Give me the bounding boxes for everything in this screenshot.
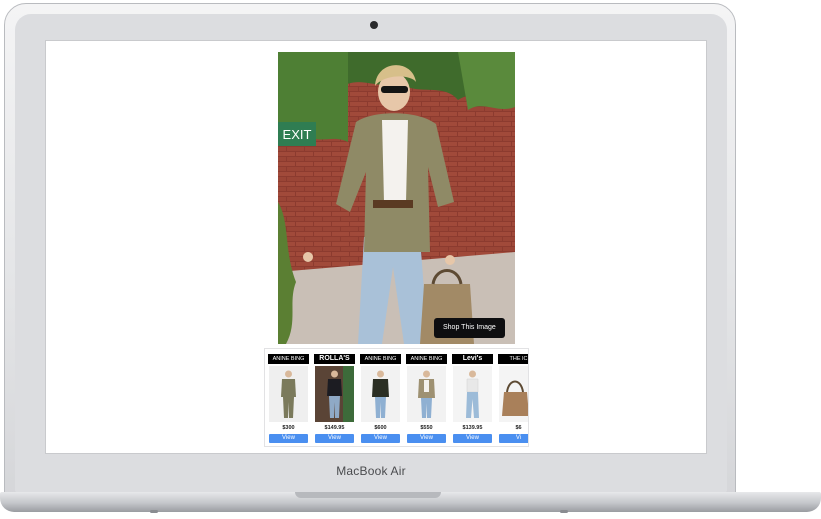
product-card[interactable]: ANINE BING $300 View (268, 352, 309, 445)
product-brand: Levi's (452, 354, 493, 364)
product-brand: ANINE BING (268, 354, 309, 364)
product-view-button[interactable]: View (407, 434, 446, 443)
screen: EXIT Shop This Image ANINE BING $300 Vie… (45, 40, 707, 454)
product-view-button[interactable]: View (453, 434, 492, 443)
product-image[interactable] (361, 366, 400, 422)
svg-text:EXIT: EXIT (283, 127, 312, 142)
hero-image[interactable]: EXIT Shop This Image (278, 52, 515, 344)
product-view-button[interactable]: View (361, 434, 400, 443)
product-photo (499, 366, 528, 422)
product-card[interactable]: ROLLA'S $149.95 View (314, 352, 355, 445)
product-image[interactable] (315, 366, 354, 422)
product-price: $139.95 (462, 425, 483, 431)
product-card[interactable]: THE IC $6 Vi (498, 352, 528, 445)
product-photo (361, 366, 400, 422)
product-view-button[interactable]: View (269, 434, 308, 443)
product-image[interactable] (269, 366, 308, 422)
product-photo (407, 366, 446, 422)
product-view-button[interactable]: Vi (499, 434, 528, 443)
product-card[interactable]: Levi's $139.95 View (452, 352, 493, 445)
laptop-lid: MacBook Air EXIT Shop This Image ANINE B… (4, 3, 736, 499)
product-brand: ANINE BING (406, 354, 447, 364)
product-price: $550 (420, 425, 433, 431)
product-photo (453, 366, 492, 422)
laptop-mockup: MacBook Air EXIT Shop This Image ANINE B… (0, 0, 821, 519)
camera-icon (370, 21, 378, 29)
product-image[interactable] (499, 366, 528, 422)
hero-photo: EXIT (278, 52, 515, 344)
laptop-foot (560, 510, 568, 513)
product-price: $149.95 (324, 425, 345, 431)
product-photo (269, 366, 308, 422)
laptop-foot (150, 510, 158, 513)
product-brand: ANINE BING (360, 354, 401, 364)
product-view-button[interactable]: View (315, 434, 354, 443)
device-label: MacBook Air (336, 464, 406, 478)
product-price: $6 (515, 425, 522, 431)
product-image[interactable] (453, 366, 492, 422)
product-carousel[interactable]: ANINE BING $300 View ROLLA'S $149.95 Vie… (264, 348, 529, 447)
product-photo (315, 366, 354, 422)
shop-this-image-button[interactable]: Shop This Image (434, 318, 505, 338)
product-image[interactable] (407, 366, 446, 422)
product-price: $300 (282, 425, 295, 431)
product-card[interactable]: ANINE BING $550 View (406, 352, 447, 445)
product-card[interactable]: ANINE BING $600 View (360, 352, 401, 445)
product-price: $600 (374, 425, 387, 431)
laptop-notch (295, 492, 441, 498)
product-brand: ROLLA'S (314, 354, 355, 364)
product-brand: THE IC (498, 354, 528, 364)
